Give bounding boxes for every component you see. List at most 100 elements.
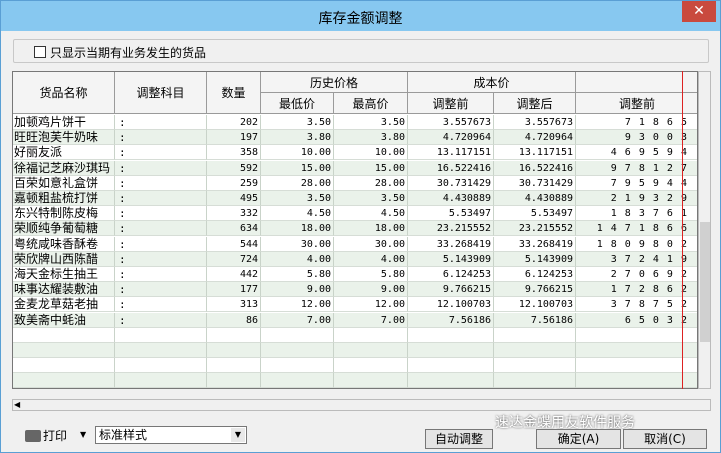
table-row[interactable]: 好丽友派:358 10.00 10.00 13.117151 13.117151 4 6 … <box>13 145 697 161</box>
cell-last[interactable]: 1 4 7 1 8 6 6 <box>576 221 697 237</box>
cell-after[interactable]: 9.766215 <box>494 282 576 298</box>
cell-qty[interactable]: 177 <box>207 282 261 298</box>
cell-before[interactable]: 23.215552 <box>408 221 494 237</box>
table-row[interactable]: 荣顺纯争葡萄糖:634 18.00 18.00 23.215552 23.215552 1… <box>13 221 697 237</box>
cell-qty[interactable]: 544 <box>207 236 261 252</box>
cell-before[interactable] <box>408 343 494 358</box>
cell-last[interactable]: 1 7 2 8 6 2 <box>576 282 697 298</box>
table-row[interactable]: 百荣如意礼盒饼:259 28.00 28.00 30.731429 30.731429 7… <box>13 175 697 191</box>
cell-qty[interactable]: 259 <box>207 175 261 191</box>
cell-before[interactable]: 13.117151 <box>408 145 494 161</box>
cell-name[interactable] <box>13 343 115 358</box>
close-button[interactable]: ✕ <box>682 1 716 22</box>
cell-max[interactable]: 7.00 <box>334 312 408 328</box>
cell-name[interactable]: 味事达耀装敷油 <box>13 282 115 298</box>
cell-before[interactable]: 5.143909 <box>408 251 494 267</box>
cell-subj[interactable] <box>115 343 207 358</box>
table-row[interactable] <box>13 343 697 358</box>
cell-last[interactable]: 3 7 2 4 1 9 <box>576 252 697 267</box>
cell-max[interactable]: 9.00 <box>334 282 408 298</box>
cell-name[interactable]: 金麦龙草菇老抽 <box>13 297 115 313</box>
col-header-extra-before[interactable]: 调整前 <box>576 93 697 114</box>
cell-max[interactable]: 15.00 <box>334 160 408 176</box>
cell-min[interactable]: 7.00 <box>261 312 334 328</box>
cell-min[interactable]: 18.00 <box>261 221 334 237</box>
cell-max[interactable]: 28.00 <box>334 175 408 191</box>
cell-after[interactable]: 7.56186 <box>494 312 576 328</box>
grid-horizontal-scrollbar[interactable]: ◀ <box>12 399 711 411</box>
cell-qty[interactable]: 202 <box>207 115 261 130</box>
cell-name[interactable]: 好丽友派 <box>13 145 115 161</box>
table-row[interactable]: 味事达耀装敷油:177 9.00 9.00 9.766215 9.766215 1 7 2… <box>13 282 697 298</box>
cell-after[interactable] <box>494 343 576 358</box>
cell-before[interactable]: 4.430889 <box>408 191 494 206</box>
table-row[interactable]: 致美斋中蚝油:86 7.00 7.00 7.56186 7.56186 6 5 0 3 2 <box>13 312 697 328</box>
ok-button[interactable]: 确定(A) <box>536 429 621 449</box>
cell-before[interactable]: 33.268419 <box>408 236 494 252</box>
cell-min[interactable]: 3.80 <box>261 130 334 146</box>
cell-after[interactable] <box>494 327 576 343</box>
cell-qty[interactable]: 724 <box>207 251 261 267</box>
chevron-down-icon[interactable]: ▼ <box>231 428 245 442</box>
col-header-name[interactable]: 货品名称 <box>13 72 115 114</box>
cell-before[interactable]: 16.522416 <box>408 160 494 176</box>
cell-qty[interactable]: 197 <box>207 130 261 146</box>
cell-before[interactable]: 4.720964 <box>408 130 494 146</box>
cell-before[interactable] <box>408 373 494 388</box>
cell-max[interactable]: 12.00 <box>334 297 408 313</box>
cell-qty[interactable]: 313 <box>207 297 261 313</box>
cell-last[interactable]: 1 8 0 9 8 0 2 <box>576 237 697 252</box>
adjust-grid[interactable]: 货品名称 调整科目 数量 历史价格 最低价 最高价 成本价 调整前 调整后 调整… <box>12 71 698 389</box>
cell-after[interactable]: 12.100703 <box>494 297 576 313</box>
cell-last[interactable]: 6 5 0 3 2 <box>576 313 697 328</box>
cell-qty[interactable] <box>207 343 261 358</box>
cell-last[interactable] <box>576 358 697 374</box>
cell-qty[interactable] <box>207 358 261 374</box>
cell-subj[interactable]: : <box>115 221 207 237</box>
cell-qty[interactable]: 442 <box>207 267 261 282</box>
cell-max[interactable]: 10.00 <box>334 145 408 161</box>
current-period-only-checkbox[interactable] <box>34 46 46 58</box>
vertical-scroll-thumb[interactable] <box>700 222 710 342</box>
cell-name[interactable] <box>13 373 115 388</box>
cell-min[interactable]: 10.00 <box>261 145 334 161</box>
cell-last[interactable]: 7 1 8 6 5 <box>576 115 697 130</box>
cell-max[interactable]: 4.50 <box>334 206 408 222</box>
cell-min[interactable] <box>261 343 334 358</box>
cell-after[interactable]: 3.557673 <box>494 115 576 130</box>
cell-name[interactable]: 粤统咸味香酥卷 <box>13 236 115 252</box>
cell-last[interactable]: 7 9 5 9 4 4 <box>576 176 697 191</box>
table-row[interactable]: 旺旺泡芙牛奶味:197 3.80 3.80 4.720964 4.720964 9 3 0… <box>13 130 697 146</box>
scroll-left-icon[interactable]: ◀ <box>14 400 20 409</box>
col-header-hist-min[interactable]: 最低价 <box>261 93 334 114</box>
cell-subj[interactable]: : <box>115 236 207 252</box>
cell-after[interactable]: 33.268419 <box>494 236 576 252</box>
cell-after[interactable]: 5.143909 <box>494 251 576 267</box>
cell-name[interactable]: 东兴特制陈皮梅 <box>13 206 115 222</box>
auto-adjust-button[interactable]: 自动调整 <box>425 429 493 449</box>
cell-qty[interactable]: 332 <box>207 206 261 222</box>
cell-last[interactable]: 1 8 3 7 6 1 <box>576 206 697 222</box>
table-row[interactable]: 嘉顿粗盐梳打饼:495 3.50 3.50 4.430889 4.430889 2 1 9… <box>13 191 697 206</box>
cell-subj[interactable]: : <box>115 175 207 191</box>
cell-last[interactable] <box>576 343 697 358</box>
cell-after[interactable]: 4.720964 <box>494 130 576 146</box>
cell-last[interactable]: 9 3 0 0 3 <box>576 130 697 146</box>
cell-after[interactable] <box>494 373 576 388</box>
cell-min[interactable]: 9.00 <box>261 282 334 298</box>
cell-subj[interactable] <box>115 358 207 374</box>
cell-name[interactable]: 嘉顿粗盐梳打饼 <box>13 191 115 206</box>
cell-subj[interactable]: : <box>115 282 207 298</box>
cell-subj[interactable]: : <box>115 206 207 222</box>
cell-min[interactable]: 28.00 <box>261 175 334 191</box>
cell-min[interactable]: 30.00 <box>261 236 334 252</box>
cell-subj[interactable]: : <box>115 145 207 161</box>
cell-max[interactable]: 18.00 <box>334 221 408 237</box>
cell-last[interactable]: 3 7 8 7 5 2 <box>576 297 697 313</box>
cell-min[interactable]: 12.00 <box>261 297 334 313</box>
table-row[interactable] <box>13 358 697 374</box>
cell-subj[interactable]: : <box>115 297 207 313</box>
cell-min[interactable] <box>261 327 334 343</box>
cell-before[interactable]: 5.53497 <box>408 206 494 222</box>
cell-last[interactable]: 4 6 9 5 9 4 <box>576 145 697 161</box>
